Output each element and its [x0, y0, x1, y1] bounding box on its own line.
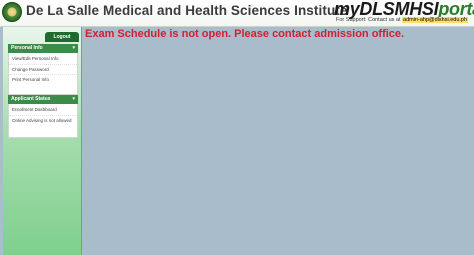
section-items-personal-info: View/Edit Personal Info Change Password …: [8, 53, 78, 95]
support-label: For Support: Contact us at: [336, 17, 401, 23]
support-contact: For Support: Contact us at admin-ahp@dls…: [336, 17, 469, 23]
section-header-applicant-status[interactable]: Applicant Status ▾: [8, 95, 78, 104]
logout-button[interactable]: Logout: [45, 32, 79, 42]
support-email-link[interactable]: admin-ahp@dlshsi.edu.ph: [402, 17, 469, 23]
section-header-label: Personal Info: [11, 45, 43, 51]
sidebar-item-online-advising[interactable]: Online Advising is not allowed: [9, 116, 77, 126]
chevron-down-icon: ▾: [72, 96, 75, 102]
header-bar: De La Salle Medical and Health Sciences …: [0, 0, 474, 27]
sidebar-item-change-password[interactable]: Change Password: [9, 65, 77, 76]
alert-message: Exam Schedule is not open. Please contac…: [85, 28, 405, 40]
section-header-label: Applicant Status: [11, 96, 51, 102]
section-header-personal-info[interactable]: Personal Info ▾: [8, 44, 78, 53]
sidebar-item-view-edit-personal-info[interactable]: View/Edit Personal Info: [9, 54, 77, 65]
site-title: De La Salle Medical and Health Sciences …: [26, 3, 348, 18]
chevron-down-icon: ▾: [72, 45, 75, 51]
sidebar-item-enrollment-dashboard[interactable]: Enrollment Dashboard: [9, 105, 77, 116]
sidebar: Logout Personal Info ▾ View/Edit Persona…: [3, 27, 82, 255]
main-content: Exam Schedule is not open. Please contac…: [82, 27, 474, 255]
institution-seal-icon: [2, 2, 22, 22]
section-items-applicant-status: Enrollment Dashboard Online Advising is …: [8, 104, 78, 138]
sidebar-menu: Personal Info ▾ View/Edit Personal Info …: [8, 44, 78, 138]
sidebar-item-print-personal-info[interactable]: Print Personal Info: [9, 75, 77, 85]
